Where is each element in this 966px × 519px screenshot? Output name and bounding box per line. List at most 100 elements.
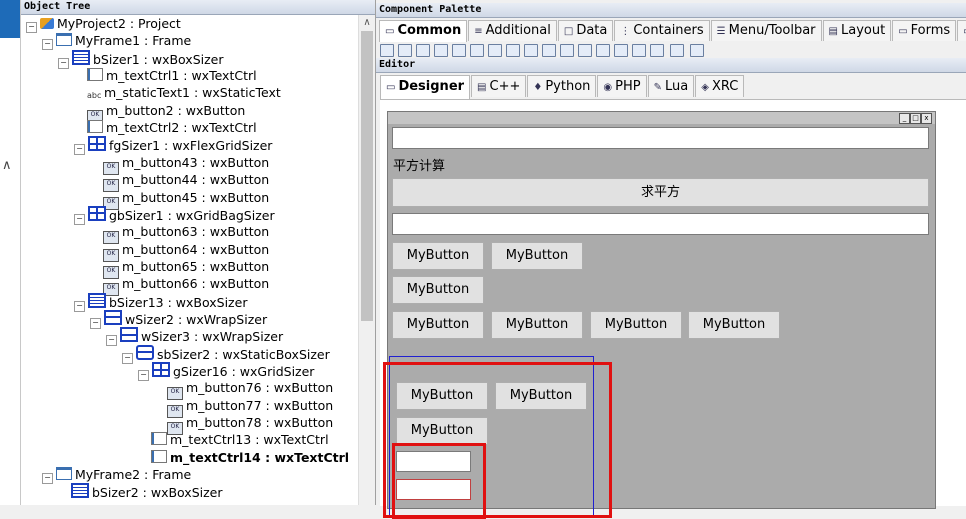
palette-tab-common[interactable]: ▭ Common: [379, 20, 468, 42]
widget-tool-icon[interactable]: [650, 44, 664, 57]
widget-tool-icon[interactable]: [416, 44, 430, 57]
palette-tab-additional[interactable]: ≡ Additional: [468, 20, 557, 41]
tree-item[interactable]: m_textCtrl2 : wxTextCtrl: [74, 119, 257, 136]
widget-tool-icon[interactable]: [452, 44, 466, 57]
editor-tab-label: Python: [545, 79, 591, 94]
tree-item[interactable]: − gbSizer1 : wxGridBagSizer: [74, 205, 275, 225]
scrollbar-thumb[interactable]: [361, 31, 373, 321]
palette-tab-label: Containers: [633, 23, 704, 38]
widget-tool-icon[interactable]: [506, 44, 520, 57]
collapse-toggle-icon[interactable]: −: [26, 22, 37, 33]
palette-tab-layout[interactable]: ▤ Layout: [822, 20, 892, 41]
tree-item[interactable]: OK m_button76 : wxButton: [154, 379, 333, 401]
design-frame-myframe1[interactable]: _ □ x 平方计算 求平方 MyButton MyButton MyButto…: [383, 111, 936, 519]
object-tree-scrollbar[interactable]: ∧: [358, 15, 375, 505]
tree-item[interactable]: − gSizer16 : wxGridSizer: [138, 362, 314, 381]
tree-item[interactable]: OK m_button45 : wxButton: [90, 189, 269, 210]
tree-item[interactable]: OK m_button65 : wxButton: [90, 258, 269, 279]
tree-item[interactable]: − MyProject2 : Project: [26, 15, 181, 33]
collapse-toggle-icon[interactable]: −: [74, 144, 85, 156]
tree-item[interactable]: − wSizer2 : wxWrapSizer: [90, 309, 267, 329]
editor-tab-c-[interactable]: ▤ C++: [471, 75, 527, 97]
object-tree-caption: Object Tree: [21, 0, 375, 15]
tree-item[interactable]: − MyFrame2 : Frame: [42, 466, 191, 485]
collapse-toggle-icon[interactable]: −: [122, 352, 133, 364]
m-button45[interactable]: MyButton: [392, 276, 484, 304]
widget-tool-icon[interactable]: [380, 44, 394, 57]
tree-item[interactable]: − sbSizer2 : wxStaticBoxSizer: [122, 344, 330, 364]
tree-item[interactable]: − bSizer1 : wxBoxSizer: [58, 49, 224, 69]
palette-tab-menu-toolbar[interactable]: ☰ Menu/Toolbar: [710, 20, 822, 41]
tree-item[interactable]: m_textCtrl13 : wxTextCtrl: [138, 431, 329, 448]
editor-tab-label: XRC: [711, 79, 739, 94]
collapse-toggle-icon[interactable]: −: [74, 213, 85, 225]
scroll-up-icon[interactable]: ∧: [359, 15, 375, 31]
tree-item[interactable]: OK m_button64 : wxButton: [90, 241, 269, 262]
m-button43[interactable]: MyButton: [392, 242, 484, 270]
widget-tool-icon[interactable]: [596, 44, 610, 57]
tree-item[interactable]: m_textCtrl1 : wxTextCtrl: [74, 67, 257, 84]
tree-item[interactable]: abc m_staticText1 : wxStaticText: [74, 84, 281, 101]
php-icon: ◉: [603, 82, 613, 93]
editor-tab-lua[interactable]: ✎ Lua: [647, 75, 695, 97]
editor-tab-php[interactable]: ◉ PHP: [597, 75, 647, 97]
tree-item[interactable]: OK m_button78 : wxButton: [154, 414, 333, 436]
widget-tool-icon[interactable]: [542, 44, 556, 57]
tree-item[interactable]: m_textCtrl14 : wxTextCtrl: [138, 449, 349, 466]
m-textctrl14[interactable]: [396, 479, 471, 500]
m-textctrl13[interactable]: [396, 451, 471, 472]
widget-tool-icon[interactable]: [578, 44, 592, 57]
widget-tool-icon[interactable]: [632, 44, 646, 57]
widget-tool-icon[interactable]: [524, 44, 538, 57]
m-textctrl2[interactable]: [392, 213, 929, 235]
widget-tool-icon[interactable]: [488, 44, 502, 57]
palette-tab-forms[interactable]: ▭ Forms: [892, 20, 957, 41]
palette-tab-containers[interactable]: ⋮ Containers: [614, 20, 710, 41]
editor-tab-designer[interactable]: ▭ Designer: [380, 75, 471, 99]
m-button78[interactable]: MyButton: [396, 417, 488, 445]
m-button44[interactable]: MyButton: [491, 242, 583, 270]
editor-tab-python[interactable]: ♦ Python: [527, 75, 597, 97]
tree-item[interactable]: OK m_button63 : wxButton: [90, 223, 269, 245]
tree-item[interactable]: − MyFrame1 : Frame: [42, 32, 192, 51]
m-button77[interactable]: MyButton: [495, 382, 587, 410]
collapse-toggle-icon[interactable]: −: [74, 300, 85, 312]
m-button63[interactable]: MyButton: [392, 311, 484, 339]
widget-tool-icon[interactable]: [670, 44, 684, 57]
palette-tab-ribb[interactable]: ▭Ribb: [957, 20, 966, 41]
collapse-toggle-icon[interactable]: −: [42, 39, 53, 51]
tree-item[interactable]: OK m_button66 : wxButton: [90, 275, 269, 297]
tree-item[interactable]: − bSizer13 : wxBoxSizer: [74, 292, 247, 312]
m-button65[interactable]: MyButton: [590, 311, 682, 339]
tree-item[interactable]: − wSizer3 : wxWrapSizer: [106, 327, 283, 347]
widget-tool-icon[interactable]: [560, 44, 574, 57]
widget-tool-icon[interactable]: [690, 44, 704, 57]
tree-item[interactable]: OK m_button77 : wxButton: [154, 397, 333, 418]
tree-item-label: MyFrame1 : Frame: [75, 33, 192, 49]
object-tree-list[interactable]: − MyProject2 : Project − MyFrame1 : Frame − b…: [21, 15, 359, 505]
collapse-toggle-icon[interactable]: −: [106, 335, 117, 347]
widget-tool-icon[interactable]: [614, 44, 628, 57]
tree-item[interactable]: OK m_button44 : wxButton: [90, 171, 269, 193]
designer-canvas[interactable]: _ □ x 平方计算 求平方 MyButton MyButton MyButto…: [380, 99, 966, 519]
collapse-toggle-icon[interactable]: −: [90, 317, 101, 329]
m-button64[interactable]: MyButton: [491, 311, 583, 339]
m-textctrl1[interactable]: [392, 127, 929, 149]
widget-tool-icon[interactable]: [434, 44, 448, 57]
palette-tab-data[interactable]: □ Data: [557, 20, 614, 41]
editor-tab-xrc[interactable]: ◈ XRC: [695, 75, 745, 97]
square-button[interactable]: 求平方: [392, 178, 929, 207]
collapse-toggle-icon[interactable]: −: [138, 370, 149, 381]
m-button76[interactable]: MyButton: [396, 382, 488, 410]
tree-item[interactable]: bSizer2 : wxBoxSizer: [58, 483, 223, 500]
collapse-chevron-icon[interactable]: ∧: [2, 158, 12, 173]
tree-item[interactable]: OK m_button2 : wxButton: [74, 102, 245, 123]
collapse-toggle-icon[interactable]: −: [58, 57, 69, 69]
tree-item[interactable]: − fgSizer1 : wxFlexGridSizer: [74, 136, 272, 156]
widget-tool-icon[interactable]: [398, 44, 412, 57]
m-button66[interactable]: MyButton: [688, 311, 780, 339]
tree-item[interactable]: OK m_button43 : wxButton: [90, 154, 269, 175]
palette-tab-label: Menu/Toolbar: [728, 23, 816, 38]
widget-tool-icon[interactable]: [470, 44, 484, 57]
collapse-toggle-icon[interactable]: −: [42, 473, 53, 485]
